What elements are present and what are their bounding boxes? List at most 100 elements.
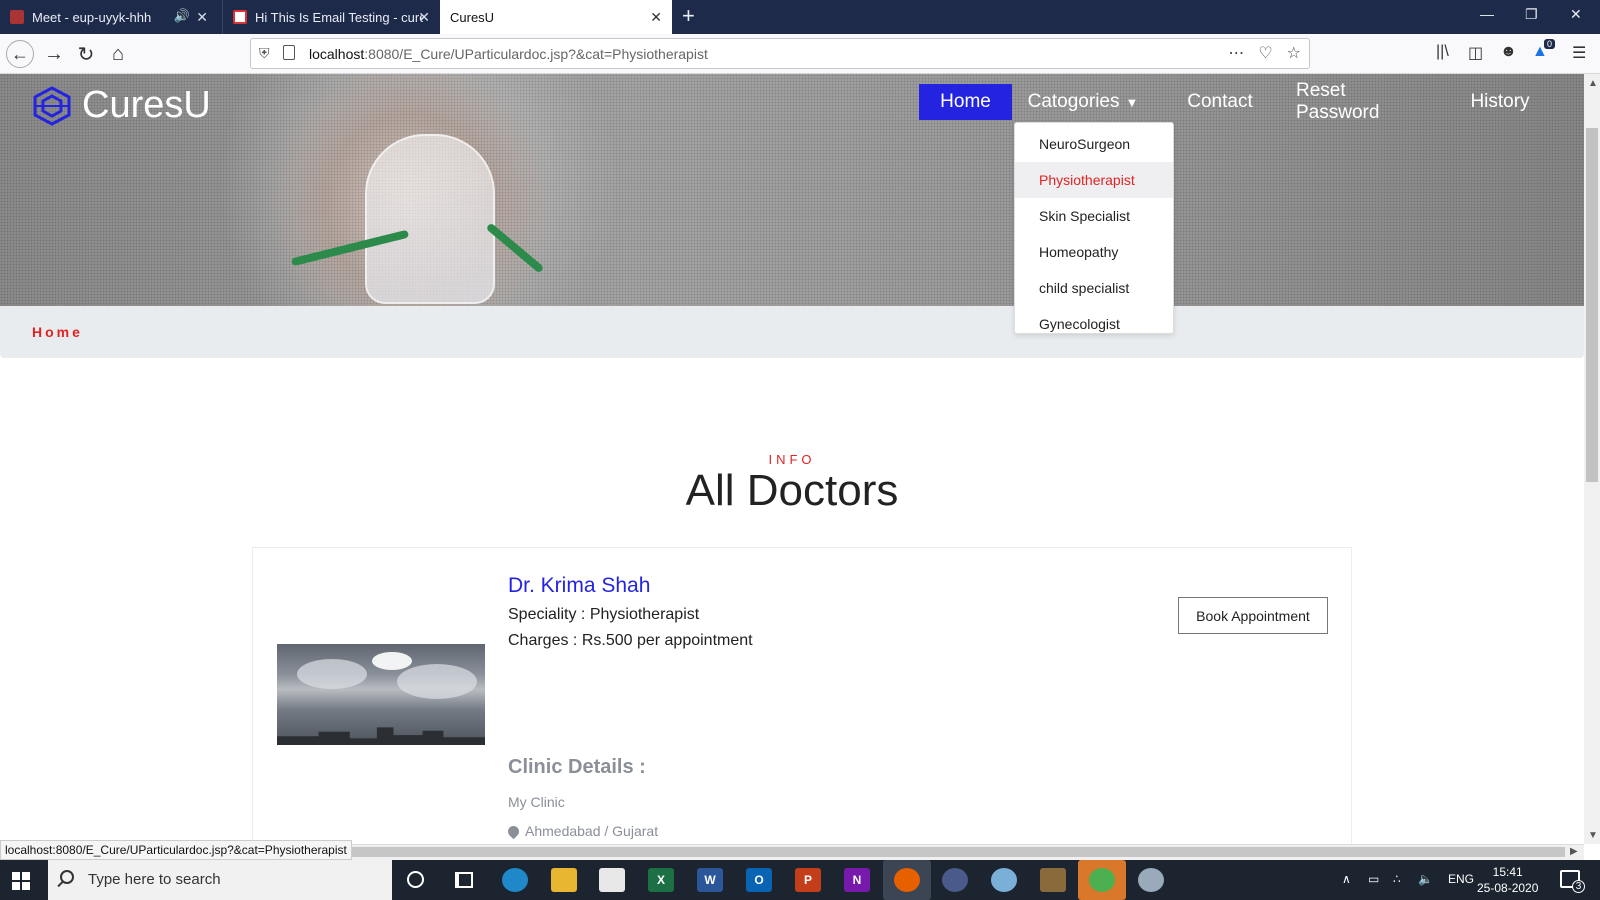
clinic-location: Ahmedabad / Gujarat	[505, 823, 659, 839]
clock-time: 15:41	[1492, 865, 1523, 879]
book-appointment-button[interactable]: Book Appointment	[1178, 597, 1328, 634]
taskbar-clock[interactable]: 15:41 25-08-2020	[1477, 864, 1538, 896]
wifi-icon[interactable]: ∴	[1393, 872, 1401, 886]
eclipse-icon[interactable]	[942, 868, 968, 892]
battery-icon[interactable]: ▭	[1368, 872, 1379, 886]
page-title: All Doctors	[685, 466, 899, 515]
account-icon[interactable]: ☻	[1500, 43, 1517, 61]
browser-tab-strip: Meet - eup-uyyk-hhh 🔊 ✕ Hi This Is Email…	[0, 0, 1600, 34]
reload-icon[interactable]: ↻	[72, 40, 100, 68]
scroll-right-arrow-icon[interactable]: ▶	[1570, 846, 1578, 857]
paint-icon[interactable]	[991, 868, 1017, 892]
speaker-icon[interactable]: 🔊	[174, 8, 190, 24]
sidebar-icon[interactable]: ◫	[1468, 43, 1483, 63]
address-bar[interactable]: ⛨ localhost:8080/E_Cure/UParticulardoc.j…	[250, 38, 1310, 69]
category-child-specialist[interactable]: child specialist	[1015, 270, 1173, 306]
java-app-icon[interactable]	[1040, 868, 1066, 892]
categories-dropdown: NeuroSurgeon Physiotherapist Skin Specia…	[1014, 122, 1174, 334]
forward-arrow-icon[interactable]: →	[40, 40, 68, 68]
nav-contact[interactable]: Contact	[1180, 84, 1260, 120]
clinic-name: My Clinic	[508, 794, 565, 810]
page-icon	[283, 45, 295, 60]
doctor-photo	[277, 644, 485, 745]
breadcrumb-home[interactable]: Home	[32, 324, 83, 340]
task-view-icon[interactable]	[455, 872, 473, 888]
tab-curesu[interactable]: CuresU ✕	[440, 0, 672, 34]
clock-date: 25-08-2020	[1477, 881, 1539, 895]
close-tab-icon[interactable]: ✕	[196, 9, 208, 26]
page-viewport: CuresU Home Catogories ▼ Contact Reset P…	[0, 74, 1584, 844]
meet-favicon-icon	[10, 10, 24, 24]
nav-categories-label: Catogories	[1027, 91, 1120, 112]
url-text[interactable]: localhost:8080/E_Cure/UParticulardoc.jsp…	[309, 46, 708, 62]
clinic-details-heading: Clinic Details :	[508, 756, 646, 778]
word-icon[interactable]: W	[697, 868, 723, 892]
doctor-speciality: Speciality : Physiotherapist	[508, 606, 700, 623]
restore-icon[interactable]: ❐	[1525, 6, 1538, 23]
search-icon	[60, 870, 74, 884]
gmail-favicon-icon	[233, 10, 247, 24]
close-tab-icon[interactable]: ✕	[650, 9, 662, 26]
doctor-charges: Charges : Rs.500 per appointment	[508, 632, 753, 649]
volume-icon[interactable]: 🔈	[1418, 872, 1433, 886]
nav-categories[interactable]: Catogories ▼	[1027, 84, 1139, 120]
cube-logo-icon	[33, 85, 71, 126]
more-actions-icon[interactable]: ⋯	[1228, 43, 1244, 63]
home-icon[interactable]: ⌂	[104, 40, 132, 68]
excel-icon[interactable]: X	[648, 868, 674, 892]
taskbar-search[interactable]: Type here to search	[48, 860, 392, 900]
chevron-down-icon: ▼	[1125, 94, 1139, 110]
notification-center-icon[interactable]: 3	[1560, 870, 1585, 893]
menu-icon[interactable]: ☰	[1572, 43, 1586, 63]
close-tab-icon[interactable]: ✕	[418, 9, 430, 26]
snip-tool-icon[interactable]	[1138, 868, 1164, 892]
horizontal-scroll-thumb[interactable]	[340, 847, 1565, 857]
category-gynecologist[interactable]: Gynecologist	[1015, 306, 1173, 342]
tab-email[interactable]: Hi This Is Email Testing - curesu ✕	[222, 0, 440, 34]
pocket-icon[interactable]: ♡	[1258, 43, 1272, 63]
back-arrow-icon[interactable]: ←	[6, 40, 34, 68]
edge-icon[interactable]	[502, 868, 528, 892]
notification-count: 3	[1572, 880, 1585, 893]
onenote-icon[interactable]: N	[844, 868, 870, 892]
nav-home[interactable]: Home	[919, 84, 1012, 120]
nav-reset-password[interactable]: Reset Password	[1296, 80, 1426, 123]
tab-title: Hi This Is Email Testing - curesu	[255, 9, 423, 25]
category-skin-specialist[interactable]: Skin Specialist	[1015, 198, 1173, 234]
site-logo[interactable]: CuresU	[32, 84, 211, 127]
shield-icon[interactable]: ⛨	[259, 45, 270, 62]
category-homeopathy[interactable]: Homeopathy	[1015, 234, 1173, 270]
brand-name: CuresU	[82, 84, 211, 126]
library-icon[interactable]: ||\	[1436, 43, 1449, 61]
category-neurosurgeon[interactable]: NeuroSurgeon	[1015, 126, 1173, 162]
vertical-scroll-thumb[interactable]	[1586, 128, 1598, 482]
new-tab-icon[interactable]: +	[682, 3, 695, 29]
tab-title: Meet - eup-uyyk-hhh	[32, 9, 152, 25]
outlook-icon[interactable]: O	[746, 868, 772, 892]
clinic-location-text: Ahmedabad / Gujarat	[525, 823, 659, 839]
windows-taskbar: Type here to search X W O P N ∧ ▭ ∴ 🔈 EN…	[0, 860, 1600, 900]
minimize-icon[interactable]: —	[1480, 6, 1494, 22]
category-physiotherapist[interactable]: Physiotherapist	[1015, 162, 1173, 198]
notification-badge: 0	[1544, 39, 1556, 49]
section-tag: INFO	[768, 452, 816, 467]
windows-start-icon[interactable]	[12, 872, 30, 890]
file-explorer-icon[interactable]	[551, 868, 577, 892]
language-indicator[interactable]: ENG	[1448, 872, 1474, 886]
oxygen-mask-image	[365, 134, 495, 304]
close-window-icon[interactable]: ✕	[1570, 6, 1582, 23]
chrome-icon[interactable]	[1089, 868, 1115, 892]
powerpoint-icon[interactable]: P	[795, 868, 821, 892]
tray-chevron-icon[interactable]: ∧	[1342, 872, 1351, 886]
store-icon[interactable]	[599, 868, 625, 892]
nav-history[interactable]: History	[1462, 84, 1538, 120]
tab-meet[interactable]: Meet - eup-uyyk-hhh 🔊 ✕	[0, 0, 218, 34]
scroll-up-arrow-icon[interactable]: ▲	[1588, 78, 1598, 89]
doctor-card: Dr. Krima Shah Speciality : Physiotherap…	[252, 547, 1352, 844]
breadcrumb: Home	[0, 306, 1584, 358]
scroll-down-arrow-icon[interactable]: ▼	[1588, 830, 1598, 841]
firefox-icon[interactable]	[894, 868, 920, 892]
cortana-icon[interactable]	[407, 871, 424, 888]
doctor-name[interactable]: Dr. Krima Shah	[508, 574, 650, 598]
bookmark-star-icon[interactable]: ☆	[1287, 43, 1301, 63]
